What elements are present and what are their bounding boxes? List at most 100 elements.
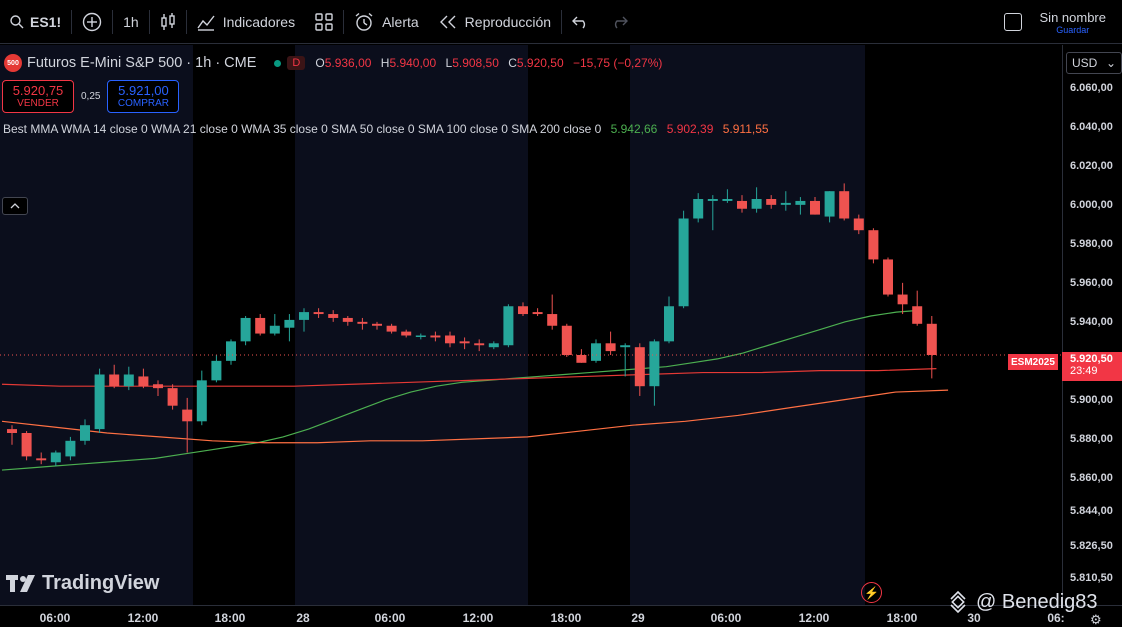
candle-body xyxy=(912,306,923,324)
chevron-down-icon: ⌄ xyxy=(1105,56,1116,70)
time-label: 06:00 xyxy=(39,611,71,625)
candle-body xyxy=(868,230,879,260)
collapse-legend-button[interactable] xyxy=(2,197,28,215)
interval-button[interactable]: 1h xyxy=(113,0,149,44)
candle-body xyxy=(401,331,412,336)
candle-body xyxy=(576,355,587,363)
price-label: 6.020,00 xyxy=(1070,160,1113,172)
indicator-value-1: 5.942,66 xyxy=(610,122,658,136)
alert-button[interactable]: Alerta xyxy=(344,0,429,44)
lightning-icon[interactable]: ⚡ xyxy=(861,582,882,603)
tradingview-logo-icon xyxy=(6,574,35,592)
candle-body xyxy=(182,409,193,422)
candle-body xyxy=(488,343,499,348)
indicators-button[interactable]: Indicadores xyxy=(187,0,305,44)
layouts-button[interactable] xyxy=(305,0,343,44)
candle-body xyxy=(196,380,207,422)
candle-body xyxy=(211,360,222,381)
price-label: 6.060,00 xyxy=(1070,82,1113,94)
price-label: 5.860,00 xyxy=(1070,472,1113,484)
symbol-logo: 500 xyxy=(4,54,22,72)
time-label: 28 xyxy=(296,611,310,625)
candle-body xyxy=(167,388,178,406)
open-value: 5.936,00 xyxy=(324,56,372,70)
price-label: 5.960,00 xyxy=(1070,277,1113,289)
tradingview-logo[interactable]: TradingView xyxy=(6,572,159,595)
trade-panel: 5.920,75 VENDER 0,25 5.921,00 COMPRAR xyxy=(2,80,180,113)
bar-countdown: 23:49 xyxy=(1070,365,1098,377)
candle-body xyxy=(780,202,791,205)
price-label: 5.844,00 xyxy=(1070,505,1113,517)
candle-body xyxy=(824,191,835,217)
buy-price: 5.921,00 xyxy=(118,83,169,98)
instrument-title: Futuros E-Mini S&P 500 · 1h · CME xyxy=(27,55,257,71)
indicators-label: Indicadores xyxy=(222,13,296,30)
price-label: 6.040,00 xyxy=(1070,121,1113,133)
candle-body xyxy=(80,425,90,441)
candle-body xyxy=(722,199,733,201)
candle-body xyxy=(766,199,777,205)
save-layout-button[interactable]: Sin nombre Guardar xyxy=(1040,10,1106,35)
price-label: 5.826,50 xyxy=(1070,540,1113,552)
candlestick-icon xyxy=(161,12,175,30)
symbol-legend[interactable]: 500 Futuros E-Mini S&P 500 · 1h · CME D … xyxy=(4,54,668,72)
sell-price: 5.920,75 xyxy=(12,83,64,98)
last-price-tag: 5.920,50 23:49 xyxy=(1062,352,1122,381)
candle-body xyxy=(123,374,134,387)
candle-body xyxy=(649,341,660,387)
time-label: 06:00 xyxy=(374,611,406,625)
indicator-value-3: 5.911,55 xyxy=(722,122,769,136)
sell-button[interactable]: 5.920,75 VENDER xyxy=(2,80,74,113)
binance-icon xyxy=(950,590,966,614)
candle-body xyxy=(532,312,543,315)
compare-button[interactable] xyxy=(72,0,112,44)
time-label: 12:00 xyxy=(462,611,494,625)
layout-name: Sin nombre xyxy=(1039,9,1106,25)
grid-icon xyxy=(315,12,333,31)
candle-body xyxy=(474,343,485,346)
indicator-legend[interactable]: Best MMA WMA 14 close 0 WMA 21 close 0 W… xyxy=(3,122,769,136)
buy-button[interactable]: 5.921,00 COMPRAR xyxy=(107,80,180,113)
market-status-dot xyxy=(274,59,282,67)
symbol-name: ES1! xyxy=(30,13,62,30)
last-price-value: 5.920,50 xyxy=(1070,353,1113,365)
sell-label: VENDER xyxy=(17,98,59,109)
price-label: 6.000,00 xyxy=(1070,199,1113,211)
change-value: −15,75 (−0,27%) xyxy=(572,56,663,70)
candle-body xyxy=(810,200,820,215)
price-label: 5.810,50 xyxy=(1070,572,1113,584)
candle-body xyxy=(547,314,558,326)
credit-text: @ Benedig83 xyxy=(976,590,1098,613)
candle-body xyxy=(430,335,441,338)
candle-body xyxy=(926,323,937,355)
indicator-value-2: 5.902,39 xyxy=(666,122,714,136)
candle-body xyxy=(240,317,251,342)
symbol-search[interactable]: ES1! xyxy=(0,0,71,44)
gear-icon[interactable]: ⚙ xyxy=(1090,612,1102,627)
candle-body xyxy=(109,374,120,387)
chart-type-button[interactable] xyxy=(150,0,186,44)
tradingview-logo-text: TradingView xyxy=(42,572,160,594)
currency-select[interactable]: USD ⌄ xyxy=(1066,52,1122,74)
data-delay-badge: D xyxy=(287,56,306,70)
search-icon xyxy=(10,14,24,28)
open-key: O xyxy=(315,56,325,70)
fullscreen-icon[interactable] xyxy=(1003,13,1022,31)
candle-body xyxy=(7,429,17,433)
credit-watermark: @ Benedig83 xyxy=(946,590,1098,614)
candle-body xyxy=(459,341,470,344)
candle-body xyxy=(853,218,864,231)
time-label: 06:00 xyxy=(710,611,742,625)
replay-button[interactable]: Reproducción xyxy=(429,0,561,44)
redo-button[interactable] xyxy=(600,0,638,44)
chevron-up-icon xyxy=(10,203,20,209)
undo-button[interactable] xyxy=(562,0,600,44)
candle-body xyxy=(693,199,704,219)
spread-value: 0,25 xyxy=(81,91,101,102)
time-label: 12:00 xyxy=(127,611,159,625)
candle-body xyxy=(153,384,163,389)
price-label: 5.940,00 xyxy=(1070,316,1113,328)
interval-label: 1h xyxy=(123,13,139,30)
time-label: 18:00 xyxy=(886,611,918,625)
price-label: 5.980,00 xyxy=(1070,238,1113,250)
